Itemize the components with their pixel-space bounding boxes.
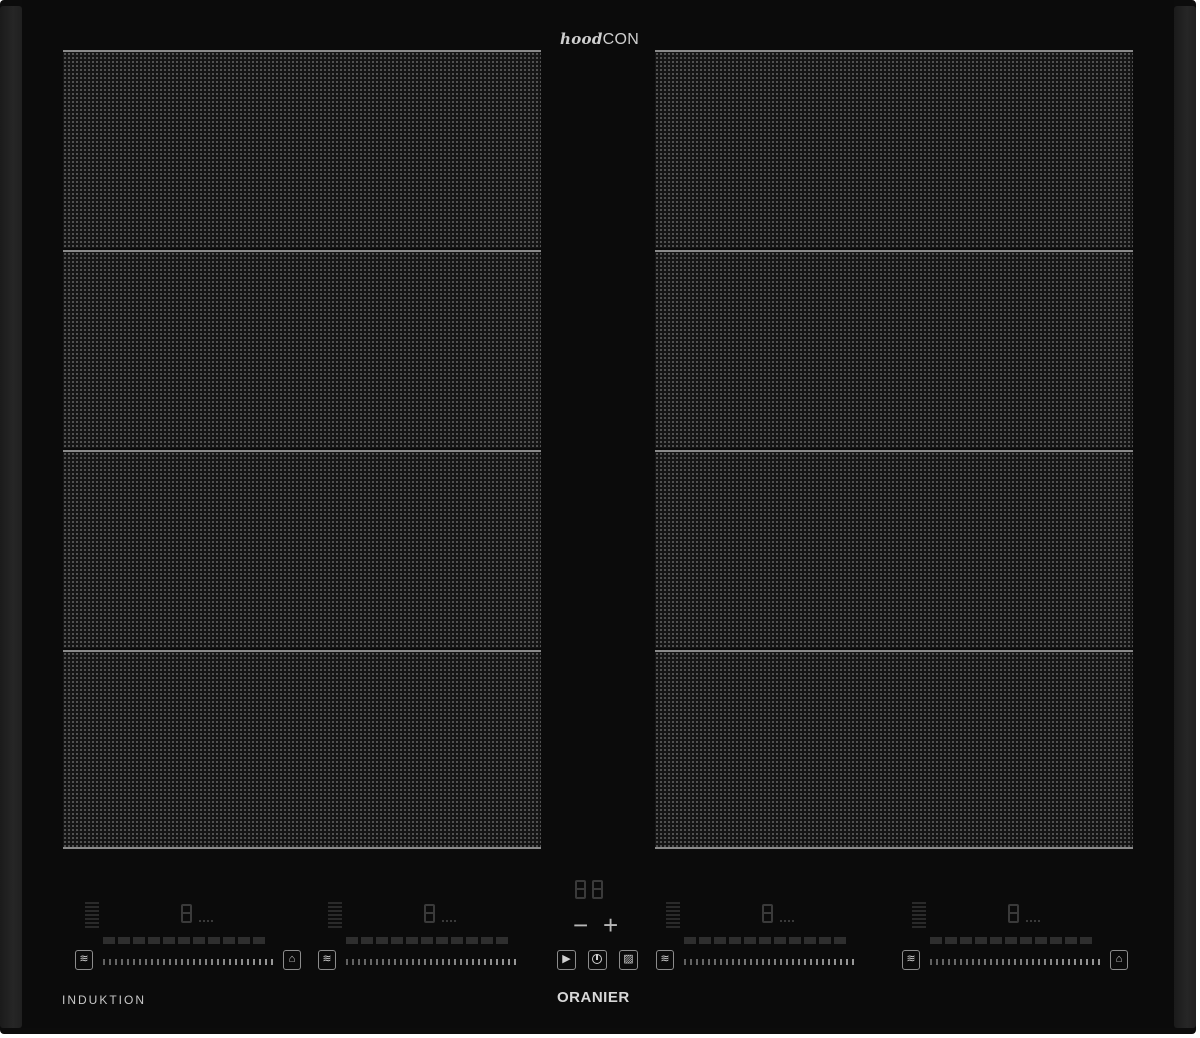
cooking-zone-left-3: [63, 450, 541, 648]
power-slider[interactable]: [930, 959, 1104, 965]
frame-right-edge: [1174, 6, 1196, 1028]
right-flex-zone: [655, 50, 1133, 850]
central-timer-display: [575, 880, 603, 899]
boost-icon[interactable]: ⌂: [1110, 950, 1128, 970]
power-slider[interactable]: [346, 959, 520, 965]
cooking-zone-right-4: [655, 650, 1133, 848]
zone-control-rear-left: ≋: [318, 900, 548, 980]
hoodcon-logo-con: CON: [602, 31, 640, 48]
lock-icon[interactable]: ▨: [619, 950, 638, 970]
cooking-zone-left-2: [63, 250, 541, 448]
level-bar-display: [346, 937, 508, 945]
minus-button[interactable]: −: [573, 912, 588, 938]
oranier-logo: ORANIER: [557, 989, 630, 1006]
level-bar-display: [930, 937, 1092, 945]
cooking-zone-right-2: [655, 250, 1133, 448]
cooking-zone-right-3: [655, 450, 1133, 648]
cooking-zone-left-4: [63, 650, 541, 848]
zone-divider-line: [63, 847, 541, 849]
power-icon[interactable]: [588, 950, 607, 970]
level-bar-display: [103, 937, 265, 945]
cooking-zone-left-1: [63, 50, 541, 248]
timer-display: [780, 910, 794, 922]
heat-waves-icon[interactable]: ≋: [318, 950, 336, 970]
timer-display: [199, 910, 213, 922]
zone-indicator: [85, 902, 99, 928]
zone-control-front-left: ≋ ⌂: [75, 900, 305, 980]
hoodcon-logo: hoodCON: [560, 30, 639, 49]
zone-indicator: [328, 902, 342, 928]
timer-display: [442, 910, 456, 922]
induktion-label: INDUKTION: [62, 993, 146, 1007]
central-control-panel: − + ▶ ▨: [555, 878, 645, 978]
power-level-display: [424, 904, 435, 923]
cooking-zone-right-1: [655, 50, 1133, 248]
play-pause-icon[interactable]: ▶: [557, 950, 576, 970]
level-bar-display: [684, 937, 846, 945]
power-level-display: [181, 904, 192, 923]
page: hoodCON ≋ ⌂ ≋ − + ▶ ▨ ≋ ≋ ⌂ INDUKTION OR…: [0, 0, 1200, 1038]
power-level-display: [1008, 904, 1019, 923]
heat-waves-icon[interactable]: ≋: [75, 950, 93, 970]
zone-indicator: [666, 902, 680, 928]
zone-divider-line: [655, 847, 1133, 849]
zone-control-front-right: ≋: [656, 900, 886, 980]
plus-button[interactable]: +: [603, 912, 618, 938]
induction-hob: hoodCON ≋ ⌂ ≋ − + ▶ ▨ ≋ ≋ ⌂ INDUKTION OR…: [0, 0, 1196, 1034]
heat-waves-icon[interactable]: ≋: [902, 950, 920, 970]
power-level-display: [762, 904, 773, 923]
timer-display: [1026, 910, 1040, 922]
frame-left-edge: [0, 6, 22, 1028]
boost-icon[interactable]: ⌂: [283, 950, 301, 970]
power-slider[interactable]: [103, 959, 277, 965]
heat-waves-icon[interactable]: ≋: [656, 950, 674, 970]
power-slider[interactable]: [684, 959, 858, 965]
hoodcon-logo-hood: hood: [560, 30, 603, 48]
zone-indicator: [912, 902, 926, 928]
left-flex-zone: [63, 50, 541, 850]
zone-control-rear-right: ≋ ⌂: [902, 900, 1132, 980]
